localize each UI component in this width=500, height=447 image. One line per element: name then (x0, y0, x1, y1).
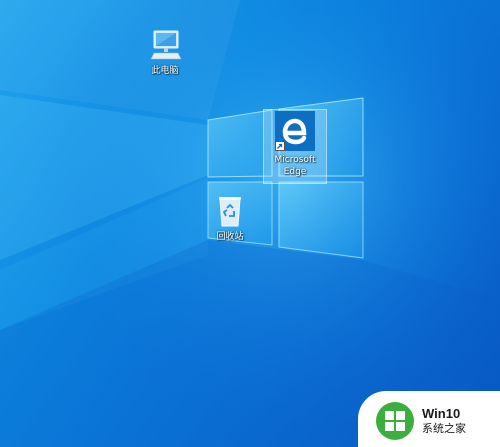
desktop-icon-label: 回收站 (216, 232, 244, 242)
watermark-title: Win10 (422, 406, 461, 421)
desktop-icon-recycle-bin[interactable]: 回收站 (203, 194, 257, 243)
desktop-icon-label: Microsoft Edge (274, 155, 316, 177)
recycle-bin-icon (219, 197, 241, 227)
site-watermark: Win10 系统之家 (358, 391, 500, 447)
windows-logo-icon (376, 402, 414, 440)
computer-icon (150, 30, 182, 60)
shortcut-arrow-icon (275, 141, 285, 151)
watermark-subtitle: 系统之家 (422, 422, 466, 435)
desktop-icon-label: 此电脑 (151, 66, 179, 76)
desktop-icon-microsoft-edge[interactable]: Microsoft Edge (263, 109, 327, 184)
desktop[interactable]: 此电脑 Microsoft Edge 回收站 Win10 系统之家 (0, 0, 500, 447)
desktop-icon-this-pc[interactable]: 此电脑 (138, 28, 192, 77)
